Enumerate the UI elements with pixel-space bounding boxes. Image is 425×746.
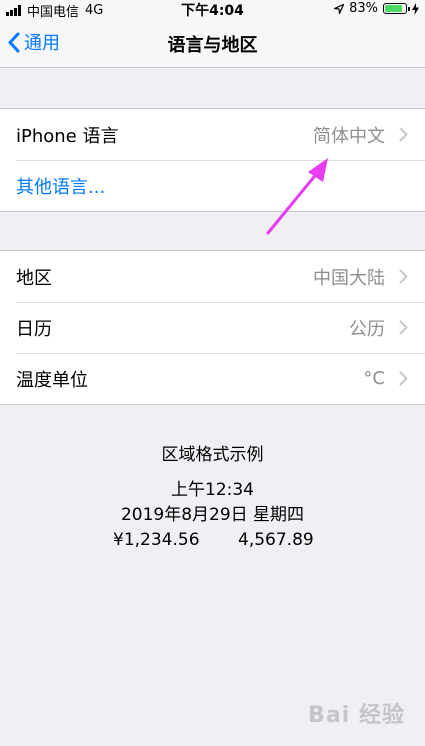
example-date: 2019年8月29日 星期四 xyxy=(120,505,305,525)
temperature-unit-label: 温度单位 xyxy=(16,369,88,391)
iphone-language-label: iPhone 语言 xyxy=(16,125,119,147)
calendar-label: 日历 xyxy=(16,318,52,340)
status-right: 83% xyxy=(334,1,419,16)
example-time: 上午12:34 xyxy=(171,480,254,500)
navigation-bar: 通用 语言与地区 xyxy=(0,18,425,68)
battery-percent: 83% xyxy=(349,1,378,16)
language-group: iPhone 语言 简体中文 其他语言... xyxy=(0,108,425,212)
battery-level xyxy=(385,5,402,12)
watermark: Bai 经验 xyxy=(308,703,405,728)
other-languages-row[interactable]: 其他语言... xyxy=(0,160,425,211)
charging-bolt-icon xyxy=(412,2,419,15)
temperature-unit-row[interactable]: 温度单位 °C xyxy=(0,353,425,404)
chevron-right-icon xyxy=(399,320,408,335)
page-title: 语言与地区 xyxy=(167,35,258,56)
example-currency: ¥1,234.56 xyxy=(113,530,200,550)
iphone-language-row[interactable]: iPhone 语言 简体中文 xyxy=(0,109,425,160)
iphone-language-value: 简体中文 xyxy=(313,125,385,147)
battery-icon xyxy=(383,3,410,14)
chevron-right-icon xyxy=(399,127,408,142)
temperature-unit-value: °C xyxy=(363,368,385,389)
calendar-value: 公历 xyxy=(349,318,385,340)
region-value: 中国大陆 xyxy=(313,267,385,289)
region-group: 地区 中国大陆 日历 公历 温度单位 °C xyxy=(0,250,425,405)
example-number: 4,567.89 xyxy=(238,530,314,550)
example-heading: 区域格式示例 xyxy=(161,445,264,465)
location-arrow-icon xyxy=(334,3,345,14)
other-languages-label[interactable]: 其他语言... xyxy=(16,173,105,199)
status-bar: 中国电信 4G 下午4:04 83% xyxy=(0,0,425,20)
chevron-right-icon xyxy=(399,371,408,386)
calendar-row[interactable]: 日历 公历 xyxy=(0,302,425,353)
chevron-right-icon xyxy=(399,269,408,284)
example-numbers: ¥1,234.56 4,567.89 xyxy=(0,528,425,553)
region-row[interactable]: 地区 中国大陆 xyxy=(0,251,425,302)
region-label: 地区 xyxy=(16,267,52,289)
region-format-example: 区域格式示例 上午12:34 2019年8月29日 星期四 ¥1,234.56 … xyxy=(0,440,425,553)
